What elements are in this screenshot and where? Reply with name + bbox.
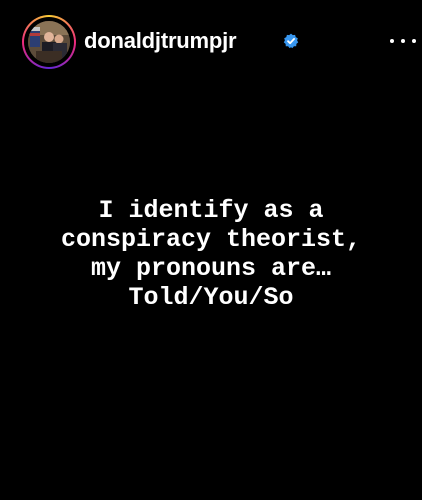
story-text: I identify as a conspiracy theorist, my …	[60, 196, 362, 312]
more-dot	[390, 39, 394, 43]
profile-avatar	[28, 21, 70, 63]
avatar-gap	[24, 17, 74, 67]
avatar-photo-icon	[28, 21, 70, 63]
more-dot	[412, 39, 416, 43]
more-dot	[401, 39, 405, 43]
verified-badge-icon	[283, 33, 299, 49]
story-header: donaldjtrumpjr	[0, 0, 422, 80]
username-label[interactable]: donaldjtrumpjr	[84, 28, 237, 54]
more-options-icon[interactable]	[390, 34, 416, 48]
story-avatar-ring[interactable]	[22, 15, 76, 69]
